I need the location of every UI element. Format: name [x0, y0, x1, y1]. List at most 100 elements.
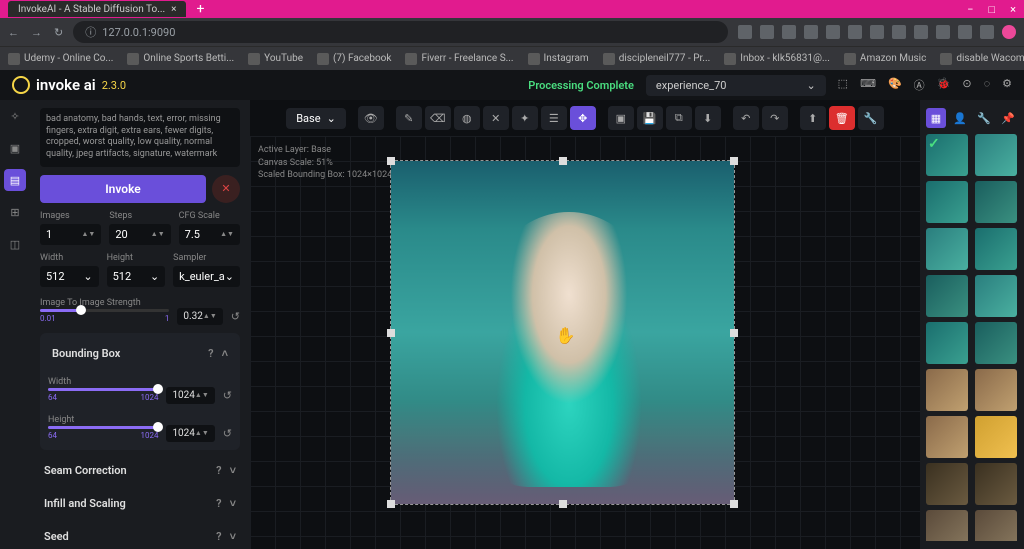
cfg-input[interactable]: 7.5▲▼ [179, 224, 240, 245]
options-icon[interactable]: ☰ [541, 106, 567, 130]
resize-handle[interactable] [387, 157, 395, 165]
address-bar[interactable]: ⓘ 127.0.0.1:9090 [73, 21, 728, 43]
gallery-thumbnail[interactable] [926, 369, 968, 411]
profile-avatar[interactable] [1002, 25, 1016, 39]
eyedropper-tool[interactable]: ✦ [512, 106, 538, 130]
wrench-icon[interactable]: 🔧 [858, 106, 884, 130]
bookmark-item[interactable]: Online Sports Betti... [127, 53, 234, 65]
resize-handle[interactable] [387, 500, 395, 508]
gallery-images-tab[interactable]: ▦ [926, 108, 946, 128]
gallery-thumbnail[interactable] [975, 322, 1017, 364]
palette-icon[interactable]: 🎨 [888, 77, 902, 93]
bookmark-item[interactable]: Instagram [528, 53, 589, 65]
keyboard-icon[interactable]: ⌨ [860, 77, 876, 93]
resize-handle[interactable] [559, 157, 567, 165]
reset-icon[interactable]: ↺ [231, 310, 240, 323]
img2img-slider[interactable] [40, 309, 169, 312]
new-tab-button[interactable]: + [188, 1, 212, 17]
reload-icon[interactable]: ↻ [54, 26, 63, 39]
gallery-thumbnail[interactable] [926, 416, 968, 458]
cancel-button[interactable]: ✕ [212, 175, 240, 203]
seam-correction-header[interactable]: Seam Correction ?˅ [40, 458, 240, 483]
ext-icon[interactable] [760, 25, 774, 39]
model-selector[interactable]: experience_70 ⌄ [646, 75, 826, 96]
chevron-down-icon[interactable]: ˅ [230, 497, 236, 510]
chevron-up-icon[interactable]: ˄ [222, 347, 228, 360]
bookmark-item[interactable]: Fiverr - Freelance S... [405, 53, 513, 65]
bug-icon[interactable]: 🐞 [937, 77, 951, 93]
invoke-button[interactable]: Invoke [40, 175, 206, 203]
discord-icon[interactable]: ◌ [984, 77, 991, 93]
img2img-tab[interactable]: ▣ [4, 137, 26, 159]
images-input[interactable]: 1▲▼ [40, 224, 101, 245]
close-tab-icon[interactable]: × [171, 4, 176, 15]
help-icon[interactable]: ? [216, 464, 221, 477]
ext-icon[interactable] [914, 25, 928, 39]
ext-icon[interactable] [870, 25, 884, 39]
mask-icon[interactable]: 👁 [358, 106, 384, 130]
bbox-header[interactable]: Bounding Box ?˄ [48, 341, 232, 366]
gallery-user-tab[interactable]: 👤 [950, 108, 970, 128]
chevron-down-icon[interactable]: ˅ [230, 464, 236, 477]
steps-input[interactable]: 20▲▼ [109, 224, 170, 245]
help-icon[interactable]: ? [208, 347, 213, 360]
gallery-thumbnail[interactable] [975, 134, 1017, 176]
bbox-height-slider[interactable] [48, 426, 158, 429]
gallery-thumbnail[interactable] [975, 510, 1017, 541]
help-icon[interactable]: ? [216, 530, 221, 543]
reset-icon[interactable]: ↺ [223, 389, 232, 402]
ext-icon[interactable] [936, 25, 950, 39]
gallery-thumbnail[interactable] [926, 322, 968, 364]
gallery-thumbnail[interactable] [926, 510, 968, 541]
undo-icon[interactable]: ↶ [733, 106, 759, 130]
back-icon[interactable]: ← [8, 26, 19, 39]
height-select[interactable]: 512⌄ [107, 266, 166, 287]
clear-tool[interactable]: ✕ [483, 106, 509, 130]
gallery-thumbnail[interactable]: ✓ [926, 134, 968, 176]
resize-handle[interactable] [387, 329, 395, 337]
nodes-tab[interactable]: ⊞ [4, 201, 26, 223]
merge-icon[interactable]: ▣ [608, 106, 634, 130]
ext-icon[interactable] [738, 25, 752, 39]
site-info-icon[interactable]: ⓘ [85, 24, 96, 40]
language-icon[interactable]: Ⓐ [914, 77, 925, 93]
negative-prompt-input[interactable]: bad anatomy, bad hands, text, error, mis… [40, 108, 240, 167]
sampler-select[interactable]: k_euler_a⌄ [173, 266, 240, 287]
canvas-tab[interactable]: ▤ [4, 169, 26, 191]
ext-icon[interactable] [826, 25, 840, 39]
eraser-tool[interactable]: ⌫ [425, 106, 451, 130]
bbox-width-slider[interactable] [48, 388, 158, 391]
gallery-thumbnail[interactable] [975, 228, 1017, 270]
gallery-thumbnail[interactable] [975, 463, 1017, 505]
bookmark-item[interactable]: disable Wacom Circ... [940, 53, 1024, 65]
gallery-thumbnail[interactable] [975, 416, 1017, 458]
bookmark-item[interactable]: Amazon Music [844, 53, 926, 65]
gallery-thumbnail[interactable] [975, 369, 1017, 411]
bounding-box-frame[interactable]: ✋ [390, 160, 735, 505]
forward-icon[interactable]: → [31, 26, 42, 39]
close-window-icon[interactable]: × [1010, 3, 1016, 16]
chevron-down-icon[interactable]: ˅ [230, 530, 236, 543]
redo-icon[interactable]: ↷ [762, 106, 788, 130]
bookmark-item[interactable]: discipleneil777 - Pr... [603, 53, 711, 65]
settings-icon[interactable]: ⚙ [1002, 77, 1012, 93]
txt2img-tab[interactable]: ✧ [4, 105, 26, 127]
move-tool[interactable]: ✥ [570, 106, 596, 130]
cube-icon[interactable]: ⬚ [838, 77, 848, 93]
bookmark-item[interactable]: Inbox - klk56831@... [724, 53, 830, 65]
brush-tool[interactable]: ✎ [396, 106, 422, 130]
gallery-pin-icon[interactable]: 📌 [998, 108, 1018, 128]
infill-scaling-header[interactable]: Infill and Scaling ?˅ [40, 491, 240, 516]
seed-header[interactable]: Seed ?˅ [40, 524, 240, 549]
copy-icon[interactable]: ⧉ [666, 106, 692, 130]
ext-icon[interactable] [804, 25, 818, 39]
bookmark-item[interactable]: (7) Facebook [317, 53, 391, 65]
upload-icon[interactable]: ⬆ [800, 106, 826, 130]
ext-icon[interactable] [848, 25, 862, 39]
ext-icon[interactable] [980, 25, 994, 39]
gallery-thumbnail[interactable] [975, 275, 1017, 317]
bookmark-item[interactable]: YouTube [248, 53, 303, 65]
ext-icon[interactable] [958, 25, 972, 39]
save-icon[interactable]: 💾 [637, 106, 663, 130]
minimize-icon[interactable]: − [967, 3, 973, 16]
